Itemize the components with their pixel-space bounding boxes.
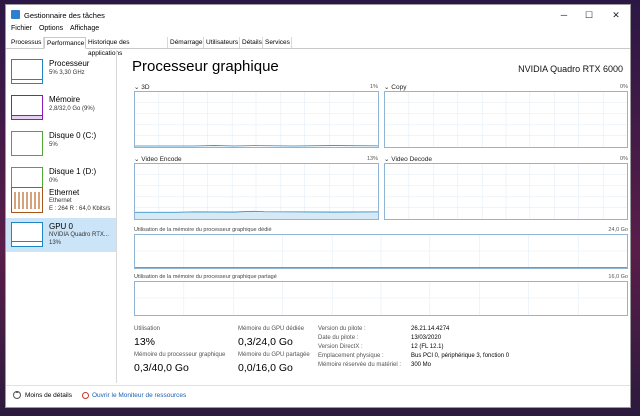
sidebar-item-label: Disque 0 (C:): [49, 131, 97, 140]
disk0-thumbnail: [11, 131, 43, 156]
less-details-link[interactable]: Moins de détails: [25, 392, 72, 399]
gpu-memory-value: 0,3/40,0 Go: [134, 362, 189, 374]
sidebar-item-label: Disque 1 (D:): [49, 167, 97, 176]
ethernet-thumbnail: [11, 187, 43, 213]
dedicated-memory-graph: [134, 234, 628, 269]
shared-memory-max: 16,0 Go: [608, 274, 628, 280]
window-title: Gestionnaire des tâches: [24, 11, 105, 20]
maximize-button[interactable]: ☐: [579, 8, 599, 22]
menu-bar: Fichier Options Affichage: [6, 25, 630, 36]
performance-panel: Processeur graphique NVIDIA Quadro RTX 6…: [118, 50, 630, 383]
chevron-up-icon[interactable]: ⌃: [13, 391, 21, 399]
engine-copy-pct: 0%: [620, 84, 628, 90]
menu-fichier[interactable]: Fichier: [11, 25, 32, 32]
resource-sidebar: Processeur 5% 3,30 GHz Mémoire 2,8/32,0 …: [6, 50, 117, 383]
sidebar-item-ethernet[interactable]: Ethernet Ethernet E : 264 R : 64,0 Kbits…: [6, 185, 116, 221]
sidebar-item-disque0[interactable]: Disque 0 (C:) 5%: [6, 127, 116, 163]
resource-monitor-icon: [82, 392, 89, 399]
tab-details[interactable]: Détails: [240, 37, 263, 48]
minimize-button[interactable]: ─: [554, 8, 574, 22]
engine-decode-label[interactable]: ⌄ Video Decode: [384, 155, 432, 163]
utilisation-label: Utilisation: [134, 326, 161, 332]
close-icon: ✕: [612, 10, 620, 20]
shared-memory-graph: [134, 281, 628, 316]
memory-thumbnail: [11, 95, 43, 120]
gpu-memory-label: Mémoire du processeur graphique: [134, 352, 226, 358]
maximize-icon: ☐: [584, 10, 594, 20]
engine-decode-graph: [384, 163, 628, 220]
engine-encode-pct: 13%: [366, 156, 378, 162]
open-resource-monitor-link[interactable]: Ouvrir le Moniteur de ressources: [92, 392, 186, 399]
engine-decode-pct: 0%: [620, 156, 628, 162]
minimize-icon: ─: [560, 10, 568, 20]
sidebar-item-sub: 2,8/32,0 Go (9%): [49, 106, 95, 112]
dedicated-memory-label: Utilisation de la mémoire du processeur …: [134, 227, 272, 233]
directx-version-key: Version DirectX :: [318, 344, 363, 350]
dedicated-gpu-memory-value: 0,3/24,0 Go: [238, 336, 293, 348]
tab-performance[interactable]: Performance: [44, 37, 86, 49]
utilisation-value: 13%: [134, 336, 156, 348]
sidebar-item-label: Ethernet: [49, 188, 80, 197]
sidebar-item-processeur[interactable]: Processeur 5% 3,30 GHz: [6, 55, 116, 91]
shared-gpu-memory-value: 0,0/16,0 Go: [238, 362, 293, 374]
sidebar-item-sub: Ethernet: [49, 198, 72, 204]
shared-gpu-memory-label: Mémoire du GPU partagée: [238, 352, 310, 358]
engine-label: Video Encode: [141, 156, 182, 163]
tab-utilisateurs[interactable]: Utilisateurs: [204, 37, 240, 48]
driver-date-key: Date du pilote :: [318, 335, 359, 341]
gpu-model: NVIDIA Quadro RTX 6000: [518, 64, 623, 74]
engine-3d-graph: [134, 91, 379, 148]
page-title: Processeur graphique: [132, 58, 279, 75]
sidebar-item-sub2: 13%: [49, 240, 62, 246]
tab-strip: Processus Performance Historique des app…: [6, 37, 630, 57]
sidebar-item-memoire[interactable]: Mémoire 2,8/32,0 Go (9%): [6, 91, 116, 127]
sidebar-item-label: Processeur: [49, 59, 90, 68]
tab-demarrage[interactable]: Démarrage: [168, 37, 204, 48]
sidebar-item-sub: 5% 3,30 GHz: [49, 70, 85, 76]
sidebar-item-label: GPU 0: [49, 222, 74, 231]
engine-3d-pct: 1%: [370, 84, 378, 90]
engine-encode-graph: [134, 163, 379, 220]
tab-processus[interactable]: Processus: [9, 37, 44, 48]
sidebar-item-label: Mémoire: [49, 95, 81, 104]
engine-copy-label[interactable]: ⌄ Copy: [384, 83, 406, 91]
close-button[interactable]: ✕: [606, 8, 626, 22]
reserved-memory-key: Mémoire réservée du matériel :: [318, 362, 402, 368]
driver-version-key: Version du pilote :: [318, 326, 366, 332]
task-manager-window: Gestionnaire des tâches ─ ☐ ✕ Fichier Op…: [5, 4, 631, 408]
menu-affichage[interactable]: Affichage: [70, 25, 99, 32]
menu-options[interactable]: Options: [39, 25, 63, 32]
tab-services[interactable]: Services: [263, 37, 292, 48]
tab-historique[interactable]: Historique des applications: [86, 37, 168, 57]
engine-3d-label[interactable]: ⌄ 3D: [134, 83, 150, 91]
sidebar-item-sub: NVIDIA Quadro RTX...: [49, 232, 109, 238]
sidebar-item-sub: 5%: [49, 142, 58, 148]
engine-label: Video Decode: [391, 156, 432, 163]
shared-memory-label: Utilisation de la mémoire du processeur …: [134, 274, 277, 280]
sidebar-item-sub2: E : 264 R : 64,0 Kbits/s: [49, 206, 111, 212]
engine-encode-label[interactable]: ⌄ Video Encode: [134, 155, 182, 163]
task-manager-icon: [11, 10, 20, 19]
cpu-thumbnail: [11, 59, 43, 84]
engine-label: Copy: [391, 84, 407, 91]
sidebar-item-sub: 0%: [49, 178, 58, 184]
engine-copy-graph: [384, 91, 628, 148]
physical-location-value: Bus PCI 0, périphérique 3, fonction 0: [411, 353, 510, 359]
reserved-memory-value: 300 Mo: [411, 362, 432, 368]
title-bar[interactable]: Gestionnaire des tâches ─ ☐ ✕: [6, 5, 630, 25]
sidebar-item-gpu0[interactable]: GPU 0 NVIDIA Quadro RTX... 13%: [6, 218, 116, 252]
driver-version-value: 26.21.14.4274: [411, 326, 450, 332]
gpu-thumbnail: [11, 222, 43, 247]
engine-label: 3D: [141, 84, 150, 91]
physical-location-key: Emplacement physique :: [318, 353, 384, 359]
footer-bar: ⌃ Moins de détails Ouvrir le Moniteur de…: [6, 385, 630, 407]
dedicated-memory-max: 24,0 Go: [608, 227, 628, 233]
directx-version-value: 12 (FL 12.1): [411, 344, 444, 350]
driver-date-value: 13/03/2020: [411, 335, 442, 341]
dedicated-gpu-memory-label: Mémoire du GPU dédiée: [238, 326, 305, 332]
